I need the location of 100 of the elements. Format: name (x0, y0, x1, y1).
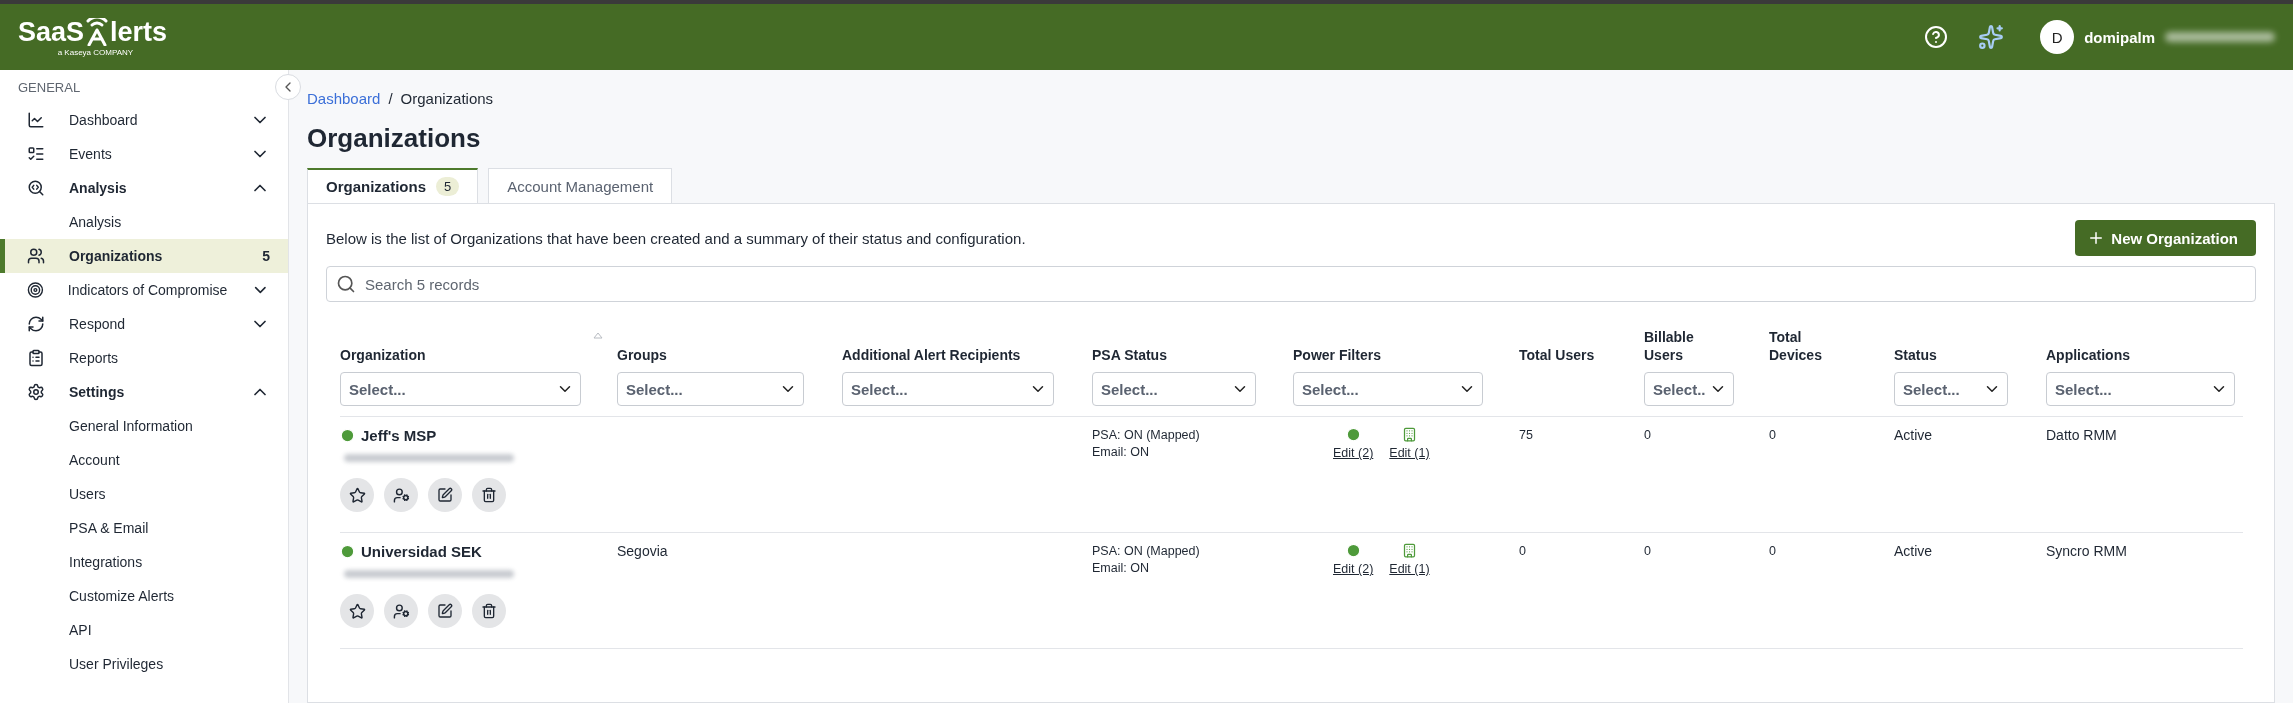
search-field[interactable]: Search 5 records (326, 266, 2256, 302)
edit-button[interactable] (428, 478, 462, 512)
line-chart-icon (27, 111, 45, 129)
count-label: 5 (262, 248, 270, 264)
filter-select[interactable]: Select... (340, 372, 581, 406)
breadcrumb-current: Organizations (400, 90, 494, 107)
column-header: Total Devices (1769, 328, 1823, 364)
table-cell: Active (1894, 543, 1933, 559)
sidebar-item[interactable]: User Privileges (0, 647, 288, 681)
table-cell-text: 0 (1769, 427, 1777, 444)
tab[interactable]: Organizations 5 (307, 168, 479, 204)
column-header: Groups (617, 346, 667, 364)
avatar[interactable]: D (2040, 20, 2075, 54)
table-cell-text: 75 (1519, 427, 1534, 444)
table-cell: Segovia (617, 543, 668, 559)
delete-button[interactable] (472, 594, 506, 628)
edit-link[interactable]: Edit (2) (1333, 562, 1374, 576)
breadcrumb-separator: / (388, 90, 393, 107)
sidebar-item[interactable]: Dashboard (0, 103, 288, 137)
edit-link[interactable]: Edit (2) (1333, 446, 1374, 460)
settings-icon (27, 383, 45, 401)
sidebar-item[interactable]: Indicators of Compromise (0, 273, 288, 307)
breadcrumb-link[interactable]: Dashboard (307, 90, 381, 107)
building-icon (1401, 427, 1417, 442)
search-icon (336, 274, 356, 294)
filter-select[interactable]: Select... (1092, 372, 1256, 406)
column-header: Organization (340, 346, 426, 364)
user-gear-icon (392, 486, 410, 504)
page-title: Organizations (307, 123, 482, 154)
filter-select[interactable]: Select... (842, 372, 1054, 406)
table-cell-text: 0 (1644, 543, 1652, 560)
column-header: Power Filters (1293, 346, 1381, 364)
help-icon[interactable] (1924, 25, 1949, 49)
favorite-button[interactable] (340, 594, 374, 628)
psa-status-text: PSA: ON (Mapped) (1092, 543, 1201, 560)
refresh-icon (27, 315, 45, 333)
edit-link[interactable]: Edit (1) (1389, 562, 1430, 576)
column-header: Additional Alert Recipients (842, 346, 1021, 364)
filter-select[interactable]: Select... (617, 372, 804, 406)
table-cell: Active (1894, 427, 1933, 443)
checklist-icon (27, 145, 45, 163)
sidebar-item[interactable]: Customize Alerts (0, 579, 288, 613)
delete-button[interactable] (472, 478, 506, 512)
sidebar-item[interactable]: PSA & Email (0, 511, 288, 545)
table-cell: Syncro RMM (2046, 543, 2127, 559)
count-badge: 5 (436, 177, 460, 196)
column-header: Billable Users (1644, 328, 1695, 364)
trash-icon (481, 487, 497, 503)
sidebar-item[interactable]: Events (0, 137, 288, 171)
edit-link[interactable]: Edit (1) (1389, 446, 1430, 460)
logo-tagline: a Kaseya COMPANY (57, 47, 134, 57)
building-icon (1401, 543, 1417, 558)
organization-name[interactable]: Universidad SEK (361, 543, 482, 560)
edit-button[interactable] (428, 594, 462, 628)
table-cell-text: 0 (1769, 543, 1777, 560)
filter-select[interactable]: Select... (2046, 372, 2235, 406)
clipboard-icon (27, 349, 45, 367)
column-header: Applications (2046, 346, 2130, 364)
tab[interactable]: Account Management (488, 168, 673, 204)
organization-name[interactable]: Jeff's MSP (361, 427, 437, 444)
pencil-square-icon (437, 487, 453, 503)
sidebar-item[interactable]: Reports (0, 341, 288, 375)
user-settings-button[interactable] (384, 478, 418, 512)
pencil-square-icon (437, 603, 453, 619)
psa-status-text: Email: ON (1092, 444, 1150, 461)
user-settings-button[interactable] (384, 594, 418, 628)
user-gear-icon (392, 602, 410, 620)
table-cell-text: 0 (1644, 427, 1652, 444)
star-icon (348, 486, 366, 504)
star-icon (348, 602, 366, 620)
column-header: Total Users (1519, 346, 1595, 364)
sidebar-item[interactable]: Integrations (0, 545, 288, 579)
logo-text: lerts (110, 18, 168, 46)
sidebar-item[interactable]: Respond (0, 307, 288, 341)
sparkles-icon[interactable] (1978, 24, 2005, 50)
column-header: PSA Status (1092, 346, 1167, 364)
user-email: domipalm (2084, 28, 2155, 46)
filter-select[interactable]: Select... (1293, 372, 1483, 406)
filter-select[interactable]: Select.. (1644, 372, 1734, 406)
logo-text: SaaS (18, 18, 85, 46)
sidebar-item[interactable]: Settings (0, 375, 288, 409)
table-cell: Datto RMM (2046, 427, 2117, 443)
sidebar-item[interactable]: Users (0, 477, 288, 511)
table-cell-text: 0 (1519, 543, 1527, 560)
sidebar-item[interactable]: API (0, 613, 288, 647)
sidebar-item[interactable]: Organizations 5 (0, 239, 288, 273)
filter-select[interactable]: Select... (1894, 372, 2008, 406)
description-text: Below is the list of Organizations that have been created and a summary of their status and configuration. (326, 229, 1026, 247)
section-label: GENERAL (18, 80, 81, 95)
column-header: Status (1894, 346, 1937, 364)
sidebar-item[interactable]: General Information (0, 409, 288, 443)
sidebar-item[interactable]: Account (0, 443, 288, 477)
new-organization-button[interactable]: New Organization (2075, 220, 2256, 256)
psa-status-text: PSA: ON (Mapped) (1092, 427, 1201, 444)
favorite-button[interactable] (340, 478, 374, 512)
sidebar-item[interactable]: Analysis (0, 171, 288, 205)
sidebar-item[interactable]: Analysis (0, 205, 288, 239)
trash-icon (481, 603, 497, 619)
psa-status-text: Email: ON (1092, 560, 1150, 577)
users-icon (27, 247, 45, 265)
